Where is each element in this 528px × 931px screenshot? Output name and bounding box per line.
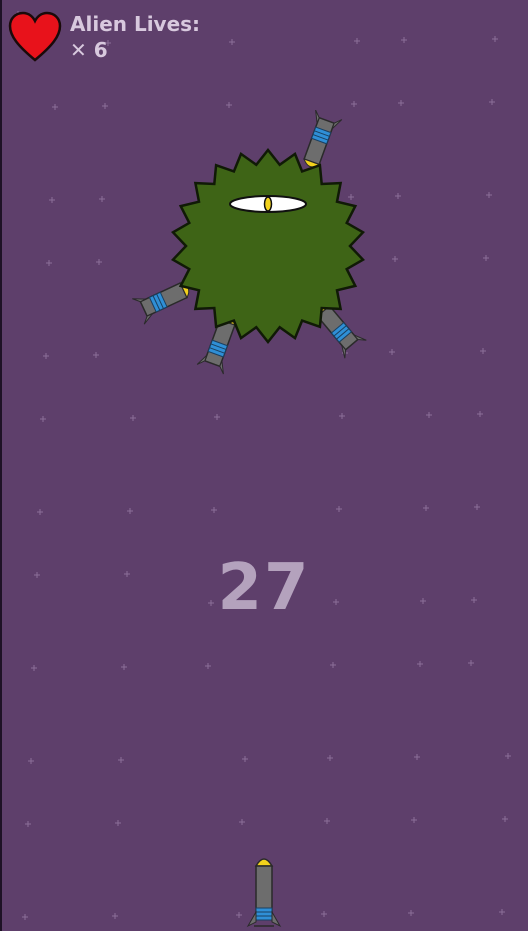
star-9 (351, 101, 357, 107)
star-30 (40, 416, 46, 422)
stuck-rocket-top (303, 110, 343, 168)
star-47 (471, 597, 477, 603)
star-61 (115, 820, 121, 826)
star-6 (52, 104, 58, 110)
star-54 (28, 758, 34, 764)
star-33 (339, 413, 345, 419)
star-13 (99, 196, 105, 202)
star-49 (121, 664, 127, 670)
star-48 (31, 665, 37, 671)
star-34 (426, 412, 432, 418)
star-17 (486, 192, 492, 198)
star-35 (477, 411, 483, 417)
star-59 (505, 753, 511, 759)
star-23 (483, 255, 489, 261)
star-3 (354, 38, 360, 44)
star-42 (34, 572, 40, 578)
lives-hud: Alien Lives: ✕ 6 (8, 10, 238, 70)
star-64 (411, 817, 417, 823)
star-50 (205, 663, 211, 669)
alien-lives-label: Alien Lives: (70, 12, 201, 36)
star-53 (468, 660, 474, 666)
heart-icon (8, 11, 62, 62)
player-rocket-icon[interactable] (244, 852, 284, 930)
star-68 (236, 912, 242, 918)
alien-eye-icon (229, 195, 307, 213)
star-10 (398, 100, 404, 106)
star-29 (480, 348, 486, 354)
star-37 (127, 508, 133, 514)
alien-lives-count: ✕ 6 (70, 38, 108, 62)
star-5 (492, 36, 498, 42)
star-36 (37, 509, 43, 515)
star-55 (118, 757, 124, 763)
game-stage[interactable]: Alien Lives: ✕ 6 27 (0, 0, 528, 931)
star-70 (408, 910, 414, 916)
star-11 (489, 99, 495, 105)
star-46 (420, 598, 426, 604)
star-65 (502, 816, 508, 822)
star-24 (43, 353, 49, 359)
star-63 (324, 818, 330, 824)
star-31 (130, 415, 136, 421)
score-display: 27 (217, 551, 311, 625)
star-58 (414, 754, 420, 760)
star-71 (499, 909, 505, 915)
star-60 (25, 821, 31, 827)
star-62 (239, 819, 245, 825)
star-41 (474, 504, 480, 510)
star-67 (112, 913, 118, 919)
star-57 (327, 755, 333, 761)
star-4 (401, 37, 407, 43)
star-38 (211, 507, 217, 513)
star-18 (46, 260, 52, 266)
star-69 (321, 911, 327, 917)
star-25 (93, 352, 99, 358)
alien-boss[interactable] (130, 110, 400, 380)
star-19 (96, 259, 102, 265)
star-51 (330, 662, 336, 668)
star-52 (417, 661, 423, 667)
star-43 (124, 571, 130, 577)
star-12 (49, 197, 55, 203)
star-39 (336, 506, 342, 512)
star-32 (214, 414, 220, 420)
star-56 (242, 756, 248, 762)
star-8 (226, 102, 232, 108)
star-7 (102, 103, 108, 109)
star-40 (423, 505, 429, 511)
star-66 (22, 914, 28, 920)
